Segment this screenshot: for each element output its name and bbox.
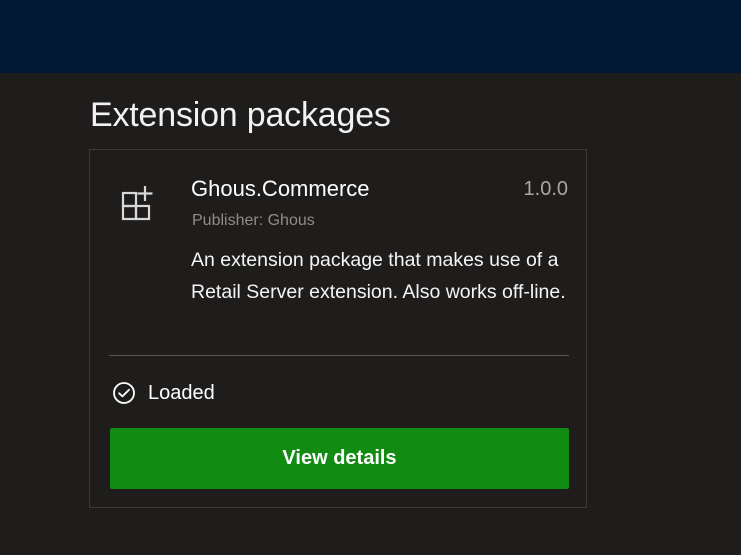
page-title: Extension packages	[90, 96, 391, 134]
package-description: An extension package that makes use of a…	[191, 249, 566, 303]
package-name: Ghous.Commerce	[191, 176, 370, 201]
package-status: Loaded	[112, 380, 215, 406]
card-divider	[109, 355, 569, 356]
view-details-button[interactable]: View details	[110, 428, 569, 489]
package-version: 1.0.0	[523, 178, 568, 200]
top-banner	[0, 0, 741, 73]
package-publisher: Publisher: Ghous	[192, 212, 315, 229]
package-grid-icon	[121, 186, 153, 221]
extension-package-card: Ghous.Commerce 1.0.0 Publisher: Ghous An…	[89, 149, 587, 508]
status-label: Loaded	[148, 382, 215, 404]
checkmark-circle-icon	[113, 382, 135, 404]
